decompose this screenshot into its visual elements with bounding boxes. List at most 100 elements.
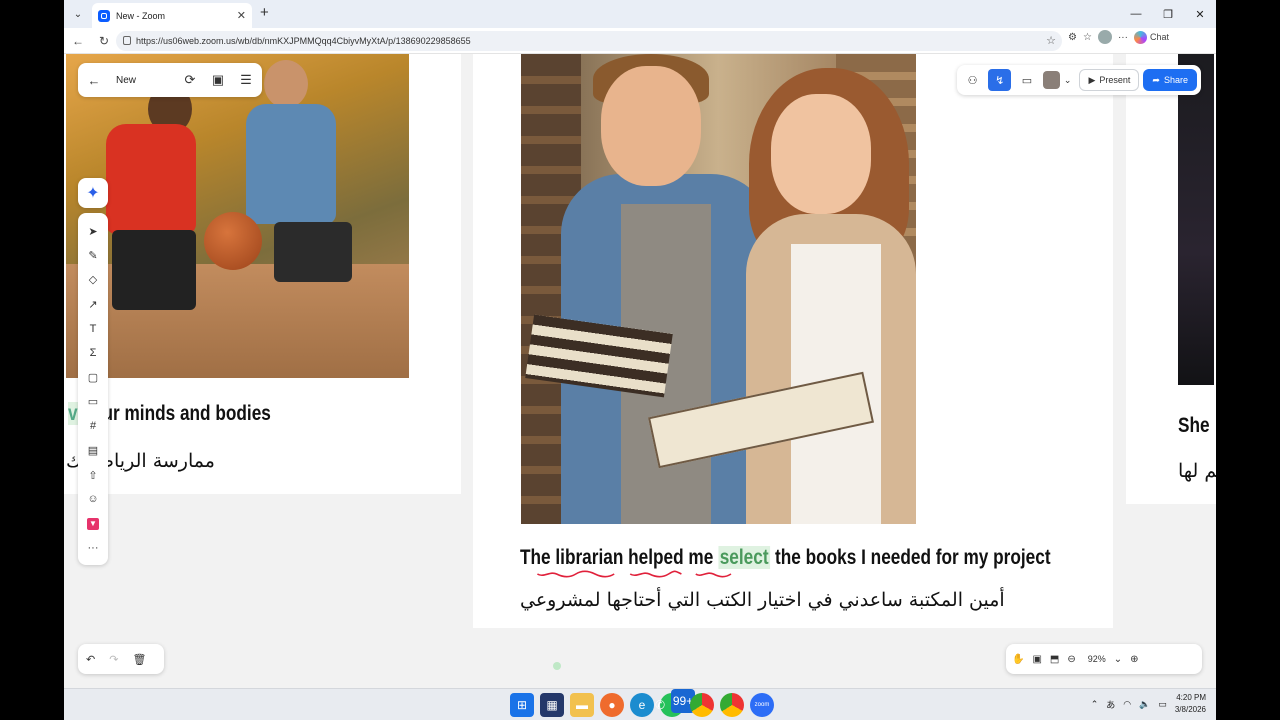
comment-tool-icon[interactable]: ▭ bbox=[78, 390, 108, 414]
middle-caption-after: the books I needed for my project bbox=[774, 546, 1051, 569]
whatsapp-icon[interactable]: ✆ 99+ bbox=[655, 689, 696, 717]
formula-tool-icon[interactable]: Σ bbox=[78, 341, 108, 365]
extensions-icon[interactable]: ⚙ bbox=[1068, 32, 1077, 43]
zoom-in-icon[interactable]: ⊕ bbox=[1130, 654, 1138, 665]
menu-icon[interactable]: ☰ bbox=[236, 72, 256, 88]
user-avatar[interactable] bbox=[1042, 71, 1060, 89]
share-button[interactable]: ➦ Share bbox=[1143, 69, 1197, 91]
window-close-icon[interactable]: ✕ bbox=[1184, 0, 1216, 28]
connector-tool-icon[interactable]: ↗ bbox=[78, 292, 108, 316]
share-arrow-icon: ➦ bbox=[1152, 74, 1160, 85]
wifi-icon[interactable]: ◠ bbox=[1123, 699, 1131, 710]
text-tool-icon[interactable]: T bbox=[78, 317, 108, 341]
back-arrow-icon[interactable]: ← bbox=[66, 29, 90, 53]
sparkle-icon: ✦ bbox=[86, 185, 100, 202]
site-info-icon[interactable] bbox=[123, 36, 131, 45]
undo-icon[interactable]: ↶ bbox=[86, 653, 95, 666]
middle-caption-highlight: select bbox=[718, 546, 771, 569]
middle-caption-english[interactable]: The librarian helped me select the books… bbox=[520, 546, 1051, 570]
zoom-app-icon[interactable]: zoom bbox=[750, 693, 774, 717]
firefox-icon[interactable]: ● bbox=[600, 693, 624, 717]
window-controls: — ❐ ✕ bbox=[1120, 0, 1216, 28]
select-tool-icon[interactable]: ➤ bbox=[78, 219, 108, 243]
clock-date: 3/8/2026 bbox=[1174, 705, 1206, 714]
url-field[interactable]: https://us06web.zoom.us/wb/db/nmKXJPMMQq… bbox=[116, 31, 1062, 51]
browser-tab[interactable]: New - Zoom ✕ bbox=[92, 3, 252, 28]
middle-caption-before: The librarian helped me bbox=[520, 546, 714, 569]
battery-icon[interactable]: ▭ bbox=[1158, 699, 1167, 710]
present-button[interactable]: ▶ Present bbox=[1079, 69, 1140, 91]
ink-annotation-squiggle[interactable] bbox=[511, 570, 759, 578]
follow-icon[interactable]: ↯ bbox=[988, 69, 1012, 91]
pages-icon[interactable]: ▣ bbox=[208, 72, 228, 88]
left-caption-text: our minds and bodies bbox=[91, 402, 271, 425]
pen-tool-icon[interactable]: ✎ bbox=[78, 243, 108, 267]
taskbar-apps: ⊞ ▦ ▬ ● e ✆ 99+ zoom bbox=[510, 689, 774, 717]
middle-caption-arabic[interactable]: أمين المكتبة ساعدني في اختيار الكتب التي… bbox=[520, 589, 1005, 611]
back-arrow-icon[interactable]: ← bbox=[84, 73, 104, 88]
chrome-icon[interactable] bbox=[690, 693, 714, 717]
share-label: Share bbox=[1163, 75, 1188, 85]
board-header-panel: ← New ⟳ ▣ ☰ bbox=[78, 63, 262, 97]
whiteboard-canvas[interactable]: va our minds and bodies ممارسة الرياضة ك… bbox=[64, 54, 1216, 688]
restore-icon[interactable]: ❐ bbox=[1152, 0, 1184, 28]
right-card-image[interactable] bbox=[1178, 54, 1214, 385]
view-controls-panel: ✋ ▣ ⬒ ⊖ 92% ⌄ ⊕ bbox=[1006, 644, 1202, 674]
clock-time: 4:20 PM bbox=[1176, 693, 1206, 702]
more-tools-icon[interactable]: ··· bbox=[78, 536, 108, 560]
shapes-tool-icon[interactable]: ◇ bbox=[78, 268, 108, 292]
upload-tool-icon[interactable]: ⇧ bbox=[78, 463, 108, 487]
windows-taskbar: ⊞ ▦ ▬ ● e ✆ 99+ zoom ⌃ あ ◠ 🔈 ▭ 4:20 PM 3/… bbox=[64, 688, 1216, 720]
template-tool-icon[interactable]: ▤ bbox=[78, 439, 108, 463]
present-label: Present bbox=[1099, 75, 1131, 85]
new-tab-plus-icon[interactable]: + bbox=[260, 4, 269, 21]
copilot-icon bbox=[1133, 30, 1147, 44]
system-tray: ⌃ あ ◠ 🔈 ▭ 4:20 PM 3/8/2026 bbox=[1091, 692, 1206, 716]
avatar-chevron-down-icon[interactable]: ⌄ bbox=[1064, 75, 1072, 86]
volume-icon[interactable]: 🔈 bbox=[1139, 699, 1150, 710]
address-bar-row: ← ↻ https://us06web.zoom.us/wb/db/nmKXJP… bbox=[64, 28, 1216, 54]
windows-start-icon[interactable]: ⊞ bbox=[510, 693, 534, 717]
minimize-icon[interactable]: — bbox=[1120, 0, 1152, 28]
zoom-out-icon[interactable]: ⊖ bbox=[1067, 654, 1075, 665]
sync-icon[interactable]: ⟳ bbox=[180, 72, 200, 88]
clock[interactable]: 4:20 PM 3/8/2026 bbox=[1175, 692, 1206, 716]
app-tool-icon[interactable]: ▼ bbox=[78, 512, 108, 536]
reload-icon[interactable]: ↻ bbox=[92, 29, 116, 53]
sticky-note-tool-icon[interactable]: ▢ bbox=[78, 365, 108, 389]
minimap-icon[interactable]: ▣ bbox=[1032, 654, 1041, 665]
tray-chevron-up-icon[interactable]: ⌃ bbox=[1091, 699, 1099, 710]
more-options-icon[interactable]: ··· bbox=[1118, 32, 1128, 43]
zoom-level[interactable]: 92% bbox=[1088, 654, 1106, 664]
basketball-players-image[interactable] bbox=[66, 54, 409, 378]
chrome-profile-icon[interactable] bbox=[720, 693, 744, 717]
url-text: https://us06web.zoom.us/wb/db/nmKXJPMMQq… bbox=[136, 36, 471, 46]
tools-toolbar: ➤ ✎ ◇ ↗ T Σ ▢ ▭ # ▤ ⇧ ☺ ▼ ··· bbox=[78, 213, 108, 565]
hand-pan-icon[interactable]: ✋ bbox=[1012, 654, 1024, 665]
frame-tool-icon[interactable]: # bbox=[78, 414, 108, 438]
right-caption-arabic[interactable]: هم لها bbox=[1178, 460, 1216, 482]
tab-close-icon[interactable]: ✕ bbox=[237, 9, 246, 22]
comments-icon[interactable]: ▭ bbox=[1015, 69, 1038, 91]
zoom-chevron-down-icon[interactable]: ⌄ bbox=[1114, 654, 1122, 665]
participants-icon[interactable]: ⚇ bbox=[961, 69, 984, 91]
emoji-tool-icon[interactable]: ☺ bbox=[78, 487, 108, 511]
librarian-students-image[interactable] bbox=[521, 54, 916, 524]
collaboration-panel: ⚇ ↯ ▭ ⌄ ▶ Present ➦ Share bbox=[957, 65, 1201, 95]
ai-sparkle-button[interactable]: ✦ bbox=[78, 178, 108, 208]
tab-list-chevron-icon[interactable]: ⌄ bbox=[64, 0, 92, 28]
zoom-favicon-icon bbox=[98, 9, 110, 22]
board-title[interactable]: New bbox=[112, 75, 172, 86]
language-icon[interactable]: あ bbox=[1106, 698, 1115, 711]
bookmark-star-icon[interactable]: ☆ bbox=[1046, 34, 1056, 47]
profile-avatar[interactable] bbox=[1097, 30, 1112, 44]
copilot-chat-button[interactable]: Chat bbox=[1133, 30, 1169, 44]
file-explorer-icon[interactable]: ▬ bbox=[570, 693, 594, 717]
right-caption-english[interactable]: She bbox=[1178, 414, 1210, 438]
app-store-icon[interactable]: ▦ bbox=[540, 693, 564, 717]
delete-trash-icon[interactable]: 🗑 bbox=[132, 653, 146, 666]
favorites-icon[interactable]: ☆ bbox=[1083, 32, 1092, 43]
fit-view-icon[interactable]: ⬒ bbox=[1050, 654, 1059, 665]
edge-icon[interactable]: e bbox=[630, 693, 654, 717]
redo-icon[interactable]: ↷ bbox=[109, 653, 118, 666]
